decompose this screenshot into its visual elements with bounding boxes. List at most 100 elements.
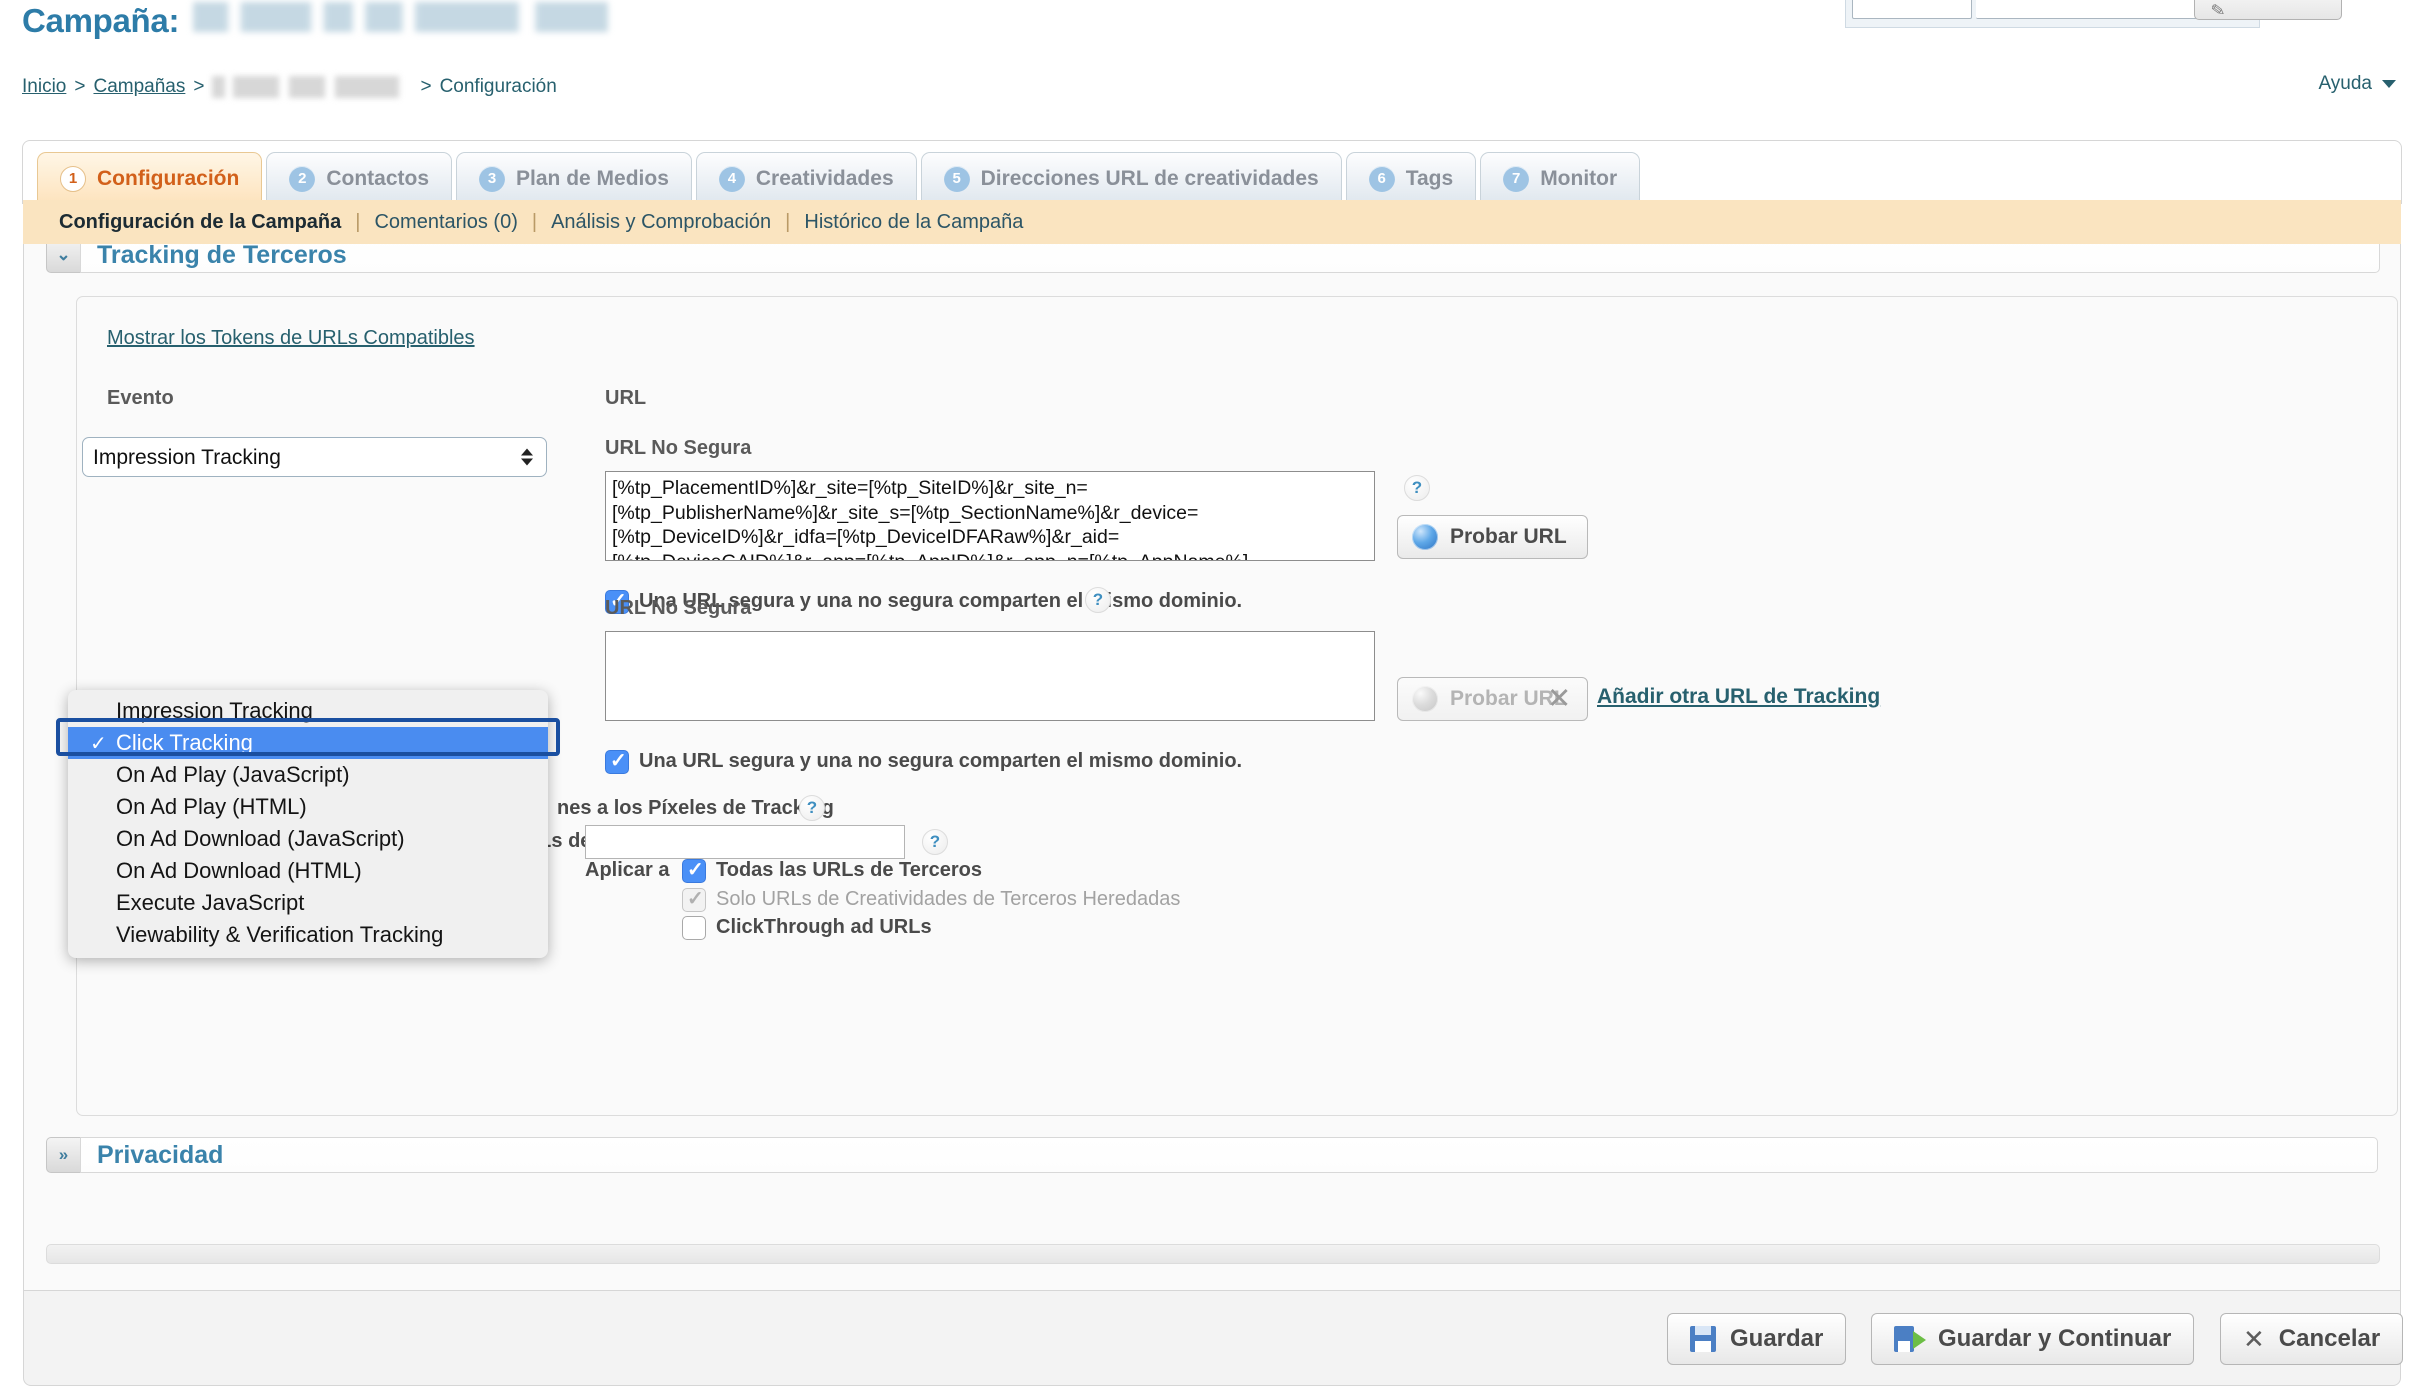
dropdown-option-label: Impression Tracking [116,698,313,723]
help-menu[interactable]: Ayuda [2318,73,2396,95]
help-icon-custom-params[interactable]: ? [922,829,948,855]
dropdown-option-on-ad-download-html[interactable]: On Ad Download (HTML) [68,855,548,887]
pencil-icon: ✎ [2209,0,2227,21]
macros-pixels-label: nes a los Píxeles de Tracking [557,797,834,819]
tab-number: 6 [1368,165,1395,192]
tab-plan-de-medios[interactable]: 3 Plan de Medios [456,152,692,204]
tab-number: 1 [60,165,86,192]
tab-label: Creatividades [755,166,894,190]
tab-number: 4 [718,165,745,192]
save-button-label: Guardar [1730,1325,1824,1352]
section-expand-toggle-privacidad[interactable]: » [46,1137,80,1173]
next-section-header-partial [46,1244,2380,1264]
remove-tracking-url-icon[interactable]: ✕ [1547,681,1571,716]
column-header-url: URL [605,387,647,409]
dropdown-option-label: On Ad Play (HTML) [116,794,307,819]
tab-number: 7 [1503,165,1530,192]
save-and-continue-button-label: Guardar y Continuar [1938,1325,2172,1352]
section-title-tracking: Tracking de Terceros [97,244,347,269]
tab-label: Configuración [97,166,240,190]
add-tracking-url-link[interactable]: Añadir otra URL de Tracking [1597,685,1880,709]
tab-label: Contactos [326,166,430,190]
dropdown-option-on-ad-download-javascript[interactable]: On Ad Download (JavaScript) [68,823,548,855]
globe-icon [1412,686,1438,712]
same-domain-label-row2: Una URL segura y una no segura comparten… [639,750,1243,772]
help-icon-macros[interactable]: ? [799,795,825,821]
breadcrumb: Inicio > Campañas > > Configuración [22,76,557,98]
event-select-wrapper: Impression Tracking [82,437,547,477]
apply-all-third-party-urls-label: Todas las URLs de Terceros [716,859,983,881]
global-edit-button[interactable]: ✎ [2194,0,2342,21]
tab-direcciones-url-de-creatividades[interactable]: 5 Direcciones URL de creatividades [920,152,1342,204]
test-url-button-label: Probar URL [1450,525,1567,548]
apply-clickthrough-ad-urls-checkbox[interactable] [682,916,706,940]
global-search-scope-select[interactable] [1852,0,1972,19]
save-icon [1690,1326,1716,1352]
tab-contactos[interactable]: 2 Contactos [266,152,453,204]
dropdown-option-viewability-verification-tracking[interactable]: Viewability & Verification Tracking [68,919,548,951]
section-header-privacidad: » Privacidad [46,1134,2378,1176]
cancel-button-label: Cancelar [2278,1325,2381,1352]
help-icon-row1-url[interactable]: ? [1404,475,1430,501]
save-button[interactable]: Guardar [1667,1313,1847,1365]
subnav-item-analisis-comprobacion[interactable]: Análisis y Comprobación [537,211,785,234]
tab-label: Tags [1405,166,1454,190]
dropdown-option-on-ad-play-javascript[interactable]: On Ad Play (JavaScript) [68,759,548,791]
apply-clickthrough-ad-urls-label: ClickThrough ad URLs [716,916,932,938]
dropdown-option-label: Execute JavaScript [116,890,305,915]
breadcrumb-separator-2: > [193,76,205,97]
help-menu-label: Ayuda [2318,73,2372,94]
save-and-continue-button[interactable]: Guardar y Continuar [1871,1313,2195,1365]
event-type-dropdown-menu[interactable]: Impression Tracking ✓ Click Tracking On … [68,690,548,958]
section-title-bar-privacidad: Privacidad [80,1137,2378,1173]
section-header-privacidad-wrapper: » Privacidad [24,1134,2400,1176]
same-domain-checkbox-row2[interactable] [605,748,629,774]
dropdown-option-on-ad-play-html[interactable]: On Ad Play (HTML) [68,791,548,823]
check-icon: ✓ [90,732,107,755]
tab-configuracion[interactable]: 1 Configuración [37,152,263,204]
breadcrumb-campaign-redacted[interactable] [212,76,413,98]
breadcrumb-current: Configuración [439,76,557,97]
tab-label: Plan de Medios [516,166,669,190]
show-url-tokens-link[interactable]: Mostrar los Tokens de URLs Compatibles [107,327,475,350]
dropdown-option-click-tracking[interactable]: ✓ Click Tracking [68,727,548,759]
apply-all-third-party-urls-checkbox[interactable] [682,857,706,883]
dropdown-option-label: Click Tracking [116,730,253,755]
section-title-privacidad: Privacidad [97,1140,224,1169]
subnav-item-comentarios[interactable]: Comentarios (0) [360,211,531,234]
url-no-segura-label-row2: URL No Segura [605,597,752,619]
sub-navigation: Configuración de la Campaña | Comentario… [23,200,2401,244]
tab-creatividades[interactable]: 4 Creatividades [695,152,917,204]
breadcrumb-separator-3: > [420,76,432,97]
subnav-item-configuracion-campana[interactable]: Configuración de la Campaña [45,211,355,234]
tab-monitor[interactable]: 7 Monitor [1480,152,1641,204]
section-collapse-toggle-tracking[interactable]: ⌄ [46,244,80,273]
breadcrumb-link-home[interactable]: Inicio [22,76,66,98]
apply-to-label: Aplicar a [585,859,670,881]
dropdown-option-execute-javascript[interactable]: Execute JavaScript [68,887,548,919]
tab-tags[interactable]: 6 Tags [1345,152,1477,204]
dropdown-option-label: On Ad Play (JavaScript) [116,762,350,787]
close-icon: ✕ [2243,1323,2265,1354]
campaign-label: Campaña: [22,2,180,39]
dropdown-option-impression-tracking[interactable]: Impression Tracking [68,695,548,727]
tab-number: 3 [479,165,506,192]
url-textarea-row1[interactable] [605,471,1375,561]
save-continue-icon [1894,1326,1926,1352]
global-search-input[interactable] [1976,0,2205,19]
apply-inherited-creative-urls-checkbox [682,886,706,912]
help-icon-same-domain-row1[interactable]: ? [1085,587,1111,613]
test-url-button-row1[interactable]: Probar URL [1397,515,1588,559]
section-header-tracking-terceros: ⌄ Tracking de Terceros [46,244,2380,276]
cancel-button[interactable]: ✕ Cancelar [2220,1313,2404,1365]
url-textarea-row2[interactable] [605,631,1375,721]
custom-params-input[interactable] [585,825,905,859]
event-type-select-row1[interactable]: Impression Tracking [82,437,547,477]
tab-number: 5 [943,165,970,192]
globe-icon [1412,524,1438,550]
chevron-down-icon [2382,80,2396,88]
tab-number: 2 [289,165,316,192]
breadcrumb-link-campaigns[interactable]: Campañas [93,76,185,98]
subnav-item-historico-campana[interactable]: Histórico de la Campaña [790,211,1037,234]
page-title: Campaña: [22,2,609,40]
